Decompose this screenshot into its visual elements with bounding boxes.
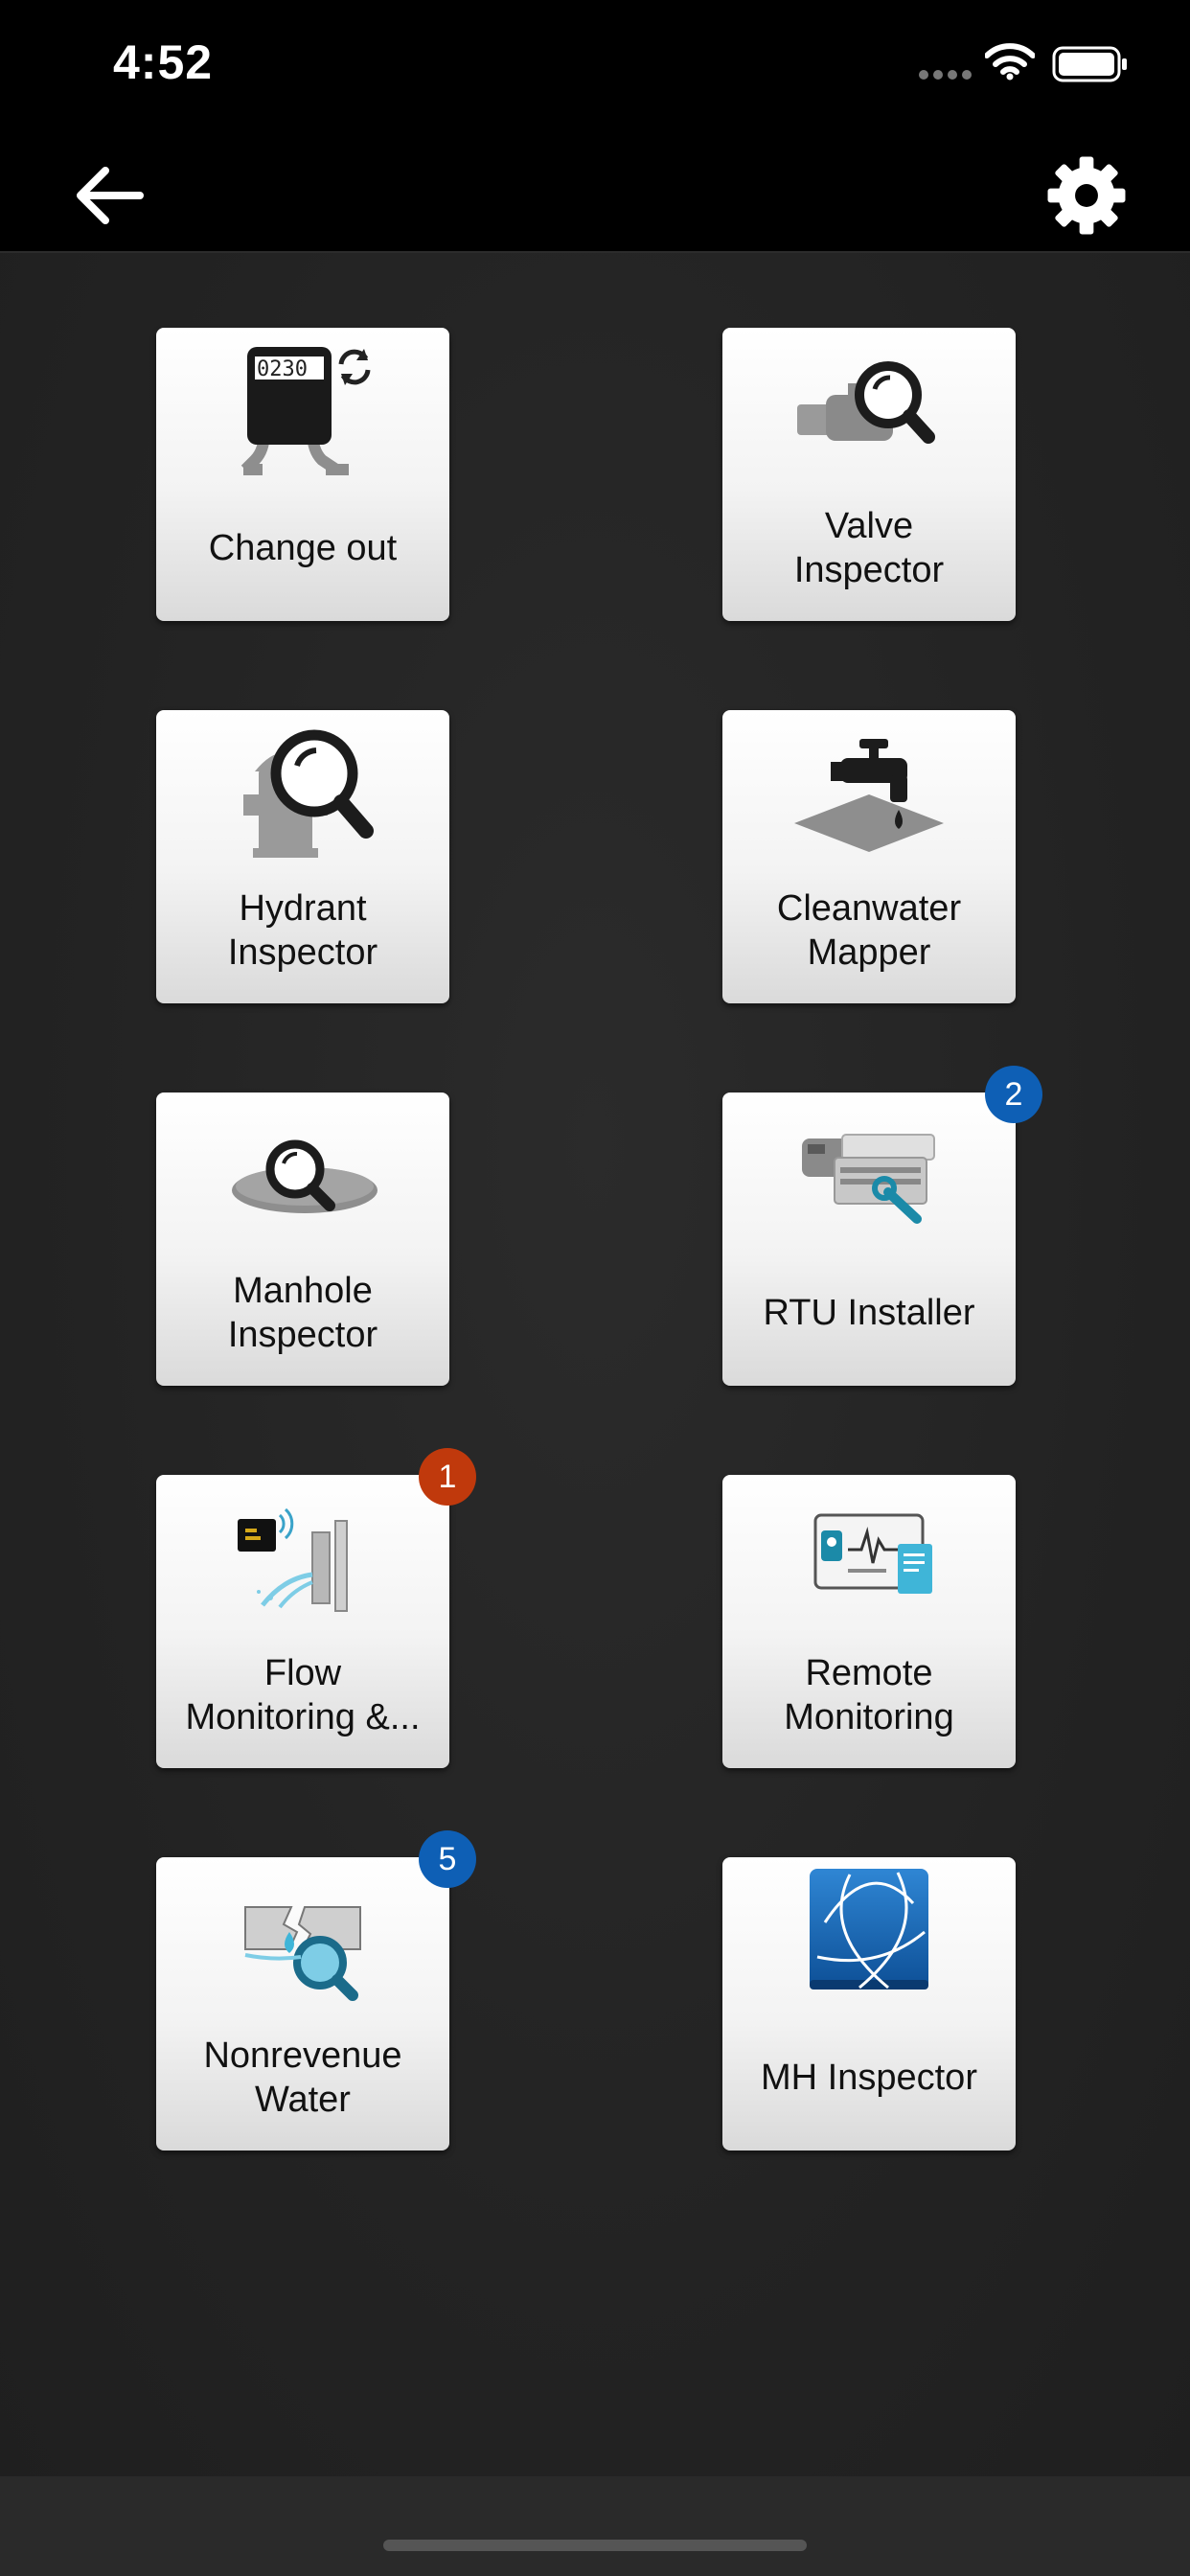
tile-label: RTU Installer	[763, 1293, 975, 1333]
tile-label: Nonrevenue Water	[203, 2036, 402, 2120]
signal-dots-icon	[919, 70, 972, 80]
tile-label: Valve Inspector	[793, 506, 945, 590]
tile-label: MH Inspector	[761, 2058, 977, 2098]
rtu-installer-icon	[802, 1134, 935, 1224]
app-grid: 0230 Change out Valve Inspector Hydrant …	[0, 253, 1190, 2476]
battery-icon	[1052, 46, 1127, 82]
status-bar: 4:52	[0, 0, 1190, 134]
tile-flow-monitoring[interactable]: Flow Monitoring &... 1	[156, 1448, 476, 1768]
status-time: 4:52	[113, 35, 214, 89]
home-indicator[interactable]	[383, 2540, 807, 2551]
remote-monitoring-icon	[813, 1513, 932, 1594]
tile-label: Remote Monitoring	[784, 1653, 954, 1737]
gear-icon[interactable]	[1042, 151, 1131, 240]
nonrevenue-water-icon	[244, 1906, 361, 2001]
tile-nonrevenue-water[interactable]: Nonrevenue Water 5	[156, 1830, 476, 2150]
tile-rtu-installer[interactable]: RTU Installer 2	[722, 1066, 1042, 1386]
notification-badge: 2	[985, 1066, 1042, 1123]
app-launcher: 0230 Change out Valve Inspector Hydrant …	[0, 253, 1190, 2476]
notification-badge: 1	[419, 1448, 476, 1506]
wifi-icon	[985, 43, 1035, 80]
tile-mh-inspector[interactable]: MH Inspector	[722, 1857, 1016, 2150]
tile-label: Change out	[208, 528, 398, 568]
tile-label: Flow Monitoring &...	[185, 1653, 421, 1737]
valve-inspector-icon	[797, 361, 935, 444]
faucet-mapper-icon	[794, 739, 944, 852]
tile-label: Cleanwater Mapper	[776, 888, 962, 973]
tile-manhole-inspector[interactable]: Manhole Inspector	[156, 1092, 449, 1386]
notification-badge: 5	[419, 1830, 476, 1888]
tile-change-out[interactable]: 0230 Change out	[156, 328, 449, 621]
tile-label: Manhole Inspector	[227, 1271, 378, 1355]
navigation-bar	[0, 134, 1190, 253]
tile-hydrant-inspector[interactable]: Hydrant Inspector	[156, 710, 449, 1003]
tile-valve-inspector[interactable]: Valve Inspector	[722, 328, 1016, 621]
svg-text:0230: 0230	[257, 357, 308, 381]
home-indicator-area	[0, 2476, 1190, 2576]
flow-monitoring-icon	[238, 1507, 348, 1612]
tile-remote-monitoring[interactable]: Remote Monitoring	[722, 1475, 1016, 1768]
meter-change-icon: 0230	[240, 347, 371, 475]
tile-label: Hydrant Inspector	[227, 888, 378, 973]
back-arrow-icon[interactable]	[67, 153, 151, 238]
tile-cleanwater-mapper[interactable]: Cleanwater Mapper	[722, 710, 1016, 1003]
mh-inspector-icon	[810, 1869, 928, 1990]
hydrant-inspector-icon	[243, 729, 374, 858]
manhole-inspector-icon	[232, 1139, 378, 1213]
